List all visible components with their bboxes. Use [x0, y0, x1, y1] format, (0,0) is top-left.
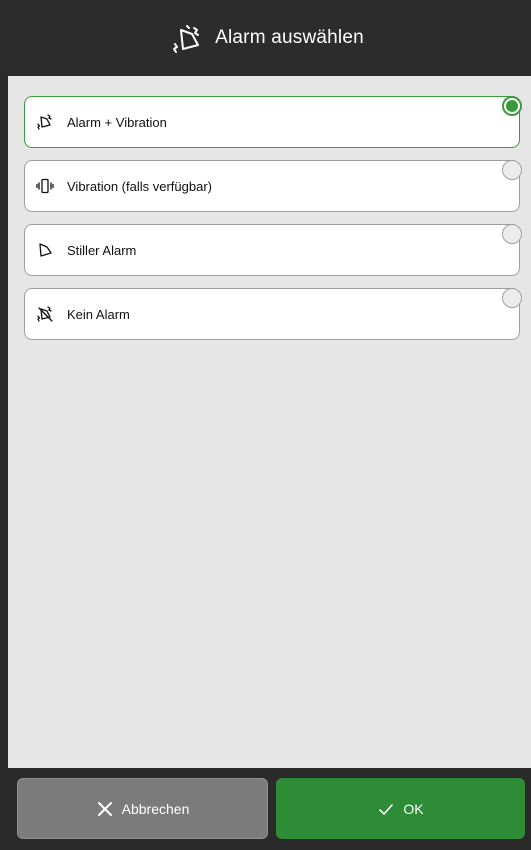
alarm-vibration-icon [173, 25, 200, 53]
checkmark-icon [379, 803, 394, 815]
ok-button[interactable]: OK [276, 778, 525, 839]
close-icon [97, 801, 112, 816]
dialog-footer: Abbrechen OK [0, 768, 531, 850]
ok-label: OK [403, 800, 424, 817]
radio-alarm-vibration[interactable] [502, 96, 522, 116]
option-label: Stiller Alarm [67, 242, 137, 258]
vibration-icon [36, 178, 54, 194]
cancel-label: Abbrechen [121, 800, 190, 817]
alarm-vibration-icon [37, 114, 52, 130]
alarm-dialog: Alarm auswählen Alarm + Vibration Vibrat… [0, 0, 531, 850]
cancel-button[interactable]: Abbrechen [17, 778, 268, 839]
no-alarm-icon [37, 306, 53, 322]
radio-silent-alarm[interactable] [502, 224, 522, 244]
radio-vibration[interactable] [502, 160, 522, 180]
radio-no-alarm[interactable] [502, 288, 522, 308]
option-silent-alarm[interactable]: Stiller Alarm [24, 224, 520, 276]
option-alarm-vibration[interactable]: Alarm + Vibration [24, 96, 520, 148]
silent-alarm-icon [39, 243, 52, 257]
dialog-title: Alarm auswählen [215, 27, 364, 48]
option-label: Alarm + Vibration [67, 114, 167, 130]
options-list: Alarm + Vibration Vibration (falls verfü… [8, 76, 531, 768]
dialog-header: Alarm auswählen [0, 0, 531, 76]
option-no-alarm[interactable]: Kein Alarm [24, 288, 520, 340]
option-label: Kein Alarm [67, 306, 130, 322]
option-label: Vibration (falls verfügbar) [67, 178, 212, 194]
option-vibration[interactable]: Vibration (falls verfügbar) [24, 160, 520, 212]
